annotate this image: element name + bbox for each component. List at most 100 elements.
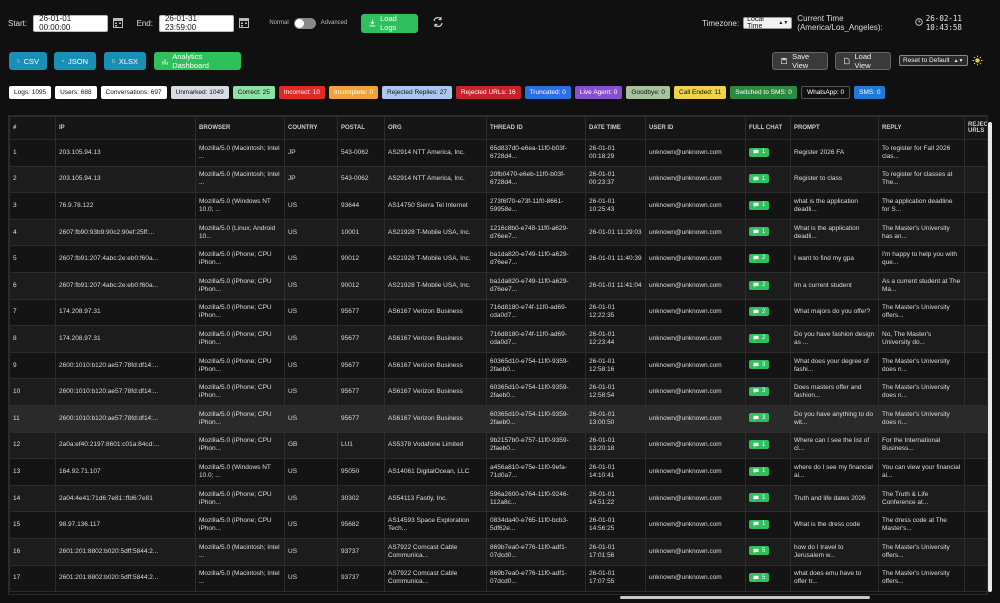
timezone-select[interactable]: Local Time ▲▼	[743, 16, 793, 30]
table-row[interactable]: 5 2607:fb91:207:4abc:2e:eb0:f60a... Mozill…	[9, 245, 987, 273]
end-datetime-input[interactable]: 26-01-31 23:59:00	[158, 14, 234, 32]
cell-chat[interactable]: 2	[745, 271, 791, 300]
cell-chat[interactable]: 1	[745, 192, 791, 220]
table-row[interactable]: 14 2a04:4e41:71d6:7e81::ffd6:7e81 Mozilla/…	[9, 484, 987, 513]
start-datetime-input[interactable]: 26-01-01 00:00:00	[33, 14, 109, 32]
column-header[interactable]: DATE TIME	[585, 116, 646, 140]
export-csv-button[interactable]: CSV	[9, 52, 47, 70]
full-chat-button[interactable]: 1	[749, 174, 770, 184]
table-row[interactable]: 16 2601:201:8802:b020:5dff:5844:2... Mozil…	[9, 537, 987, 566]
full-chat-button[interactable]: 2	[749, 280, 770, 290]
table-row[interactable]: 13 164.92.71.107 Mozilla/5.0 (Windows NT 1…	[9, 458, 987, 486]
filter-chip[interactable]: Users: 688	[55, 86, 97, 99]
table-row[interactable]: 2 203.105.94.13 Mozilla/5.0 (Macintosh; In…	[9, 165, 987, 194]
filter-chip[interactable]: Rejected URLs: 16	[456, 86, 521, 99]
filter-chip[interactable]: Unmarked: 1049	[170, 86, 229, 99]
cell-chat[interactable]: 3	[745, 404, 791, 433]
export-xlsx-button[interactable]: XLSX	[104, 52, 146, 70]
table-row[interactable]: 1 203.105.94.13 Mozilla/5.0 (Macintosh; In…	[9, 139, 987, 167]
full-chat-button[interactable]: 2	[749, 253, 770, 263]
column-header[interactable]: USER ID	[645, 116, 746, 140]
full-chat-button[interactable]: 5	[749, 573, 770, 583]
table-row[interactable]: 15 98.97.136.117 Mozilla/5.0 (iPhone; CPU …	[9, 511, 987, 539]
table-row[interactable]: 11 2600:1010:b120:ae57:78fd:df14:... Mozil…	[9, 404, 987, 433]
horizontal-scrollbar[interactable]	[620, 596, 870, 599]
column-header[interactable]: POSTAL	[337, 116, 385, 140]
cell-chat[interactable]: 1	[745, 511, 791, 539]
filter-chip[interactable]: Incorrect: 10	[278, 86, 325, 99]
full-chat-button[interactable]: 2	[749, 307, 770, 317]
save-view-button[interactable]: Save View	[772, 52, 828, 70]
cell-chat[interactable]: 2	[745, 245, 791, 273]
cell-chat[interactable]: 1	[745, 431, 791, 460]
full-chat-button[interactable]: 1	[749, 147, 770, 157]
column-header[interactable]: REJECT URLS	[964, 116, 987, 140]
calendar-icon[interactable]	[238, 17, 249, 29]
cell-chat[interactable]: 2	[745, 298, 791, 327]
table-row[interactable]: 4 2607:fb90:93b9:90c2:90ef:25ff:... Mozill…	[9, 218, 987, 247]
calendar-icon[interactable]	[113, 17, 124, 29]
table-row[interactable]: 17 2601:201:8802:b020:5dff:5844:2... Mozil…	[9, 564, 987, 593]
cell-chat[interactable]: 5	[745, 537, 791, 566]
column-header[interactable]: IP	[55, 116, 196, 140]
full-chat-button[interactable]: 1	[749, 519, 770, 529]
full-chat-button[interactable]: 1	[749, 466, 770, 476]
column-header[interactable]: #	[9, 116, 56, 140]
cell-browser: Mozilla/5.0 (Macintosh; Intel ...	[195, 165, 285, 194]
cell-chat[interactable]: 1	[745, 139, 791, 167]
analytics-dashboard-button[interactable]: Analytics Dashboard	[154, 52, 241, 70]
filter-chip[interactable]: Truncated: 0	[524, 86, 571, 99]
full-chat-button[interactable]: 1	[749, 200, 770, 210]
full-chat-button[interactable]: 1	[749, 493, 770, 503]
full-chat-button[interactable]: 1	[749, 227, 770, 237]
full-chat-button[interactable]: 3	[749, 386, 770, 396]
filter-chip[interactable]: Conversations: 697	[100, 86, 167, 99]
filter-chip[interactable]: Incomplete: 0	[328, 86, 379, 99]
table-row[interactable]: 7 174.208.97.31 Mozilla/5.0 (iPhone; CPU i…	[9, 298, 987, 327]
table-row[interactable]: 9 2600:1010:b120:ae57:78fd:df14:... Mozill…	[9, 351, 987, 380]
column-header[interactable]: PROMPT	[790, 116, 879, 140]
cell-reply: The Master's University offers...	[878, 537, 965, 566]
filter-chip[interactable]: Goodbye: 0	[626, 86, 671, 99]
full-chat-button[interactable]: 2	[749, 333, 770, 343]
cell-chat[interactable]: 1	[745, 458, 791, 486]
full-chat-button[interactable]: 1	[749, 440, 770, 450]
full-chat-button[interactable]: 3	[749, 413, 770, 423]
mode-toggle[interactable]	[293, 17, 316, 29]
filter-chip[interactable]: Call Ended: 11	[674, 86, 727, 99]
column-header[interactable]: REPLY	[878, 116, 965, 140]
cell-chat[interactable]: 3	[745, 351, 791, 380]
cell-chat[interactable]: 3	[745, 378, 791, 406]
column-header[interactable]: COUNTRY	[284, 116, 338, 140]
filter-chip[interactable]: WhatsApp: 0	[800, 86, 851, 99]
load-logs-button[interactable]: Load Logs	[361, 13, 418, 33]
refresh-icon[interactable]	[432, 16, 444, 30]
column-header[interactable]: BROWSER	[195, 116, 285, 140]
table-row[interactable]: 10 2600:1010:b120:ae57:78fd:df14:... Mozil…	[9, 378, 987, 406]
full-chat-button[interactable]: 5	[749, 546, 770, 556]
filter-chip[interactable]: Correct: 25	[232, 86, 275, 99]
filter-chip[interactable]: SMS: 0	[854, 86, 886, 99]
column-header[interactable]: FULL CHAT	[745, 116, 791, 140]
full-chat-button[interactable]: 3	[749, 360, 770, 370]
filter-chip[interactable]: Switched to SMS: 0	[730, 86, 797, 99]
filter-chip[interactable]: Live Agent: 0	[574, 86, 623, 99]
cell-chat[interactable]: 5	[745, 564, 791, 593]
filter-chip[interactable]: Rejected Replies: 27	[382, 86, 452, 99]
export-json-button[interactable]: JSON	[54, 52, 96, 70]
table-row[interactable]: 6 2607:fb91:207:4abc:2e:eb0:f60a... Mozill…	[9, 271, 987, 300]
table-row[interactable]: 12 2a0a:ef40:2197:8601:c01a:84cd:... Mozil…	[9, 431, 987, 460]
filter-chip[interactable]: Logs: 1095	[9, 86, 52, 99]
reset-default-select[interactable]: Reset to Default ▲▼	[899, 55, 968, 66]
load-view-button[interactable]: Load View	[835, 52, 891, 70]
cell-chat[interactable]: 1	[745, 165, 791, 194]
cell-chat[interactable]: 2	[745, 325, 791, 353]
column-header[interactable]: ORG	[384, 116, 487, 140]
cell-chat[interactable]: 1	[745, 484, 791, 513]
vertical-scrollbar[interactable]	[988, 122, 992, 592]
theme-sun-icon[interactable]	[972, 55, 984, 67]
cell-chat[interactable]: 1	[745, 218, 791, 247]
table-row[interactable]: 8 174.208.97.31 Mozilla/5.0 (iPhone; CPU i…	[9, 325, 987, 353]
table-row[interactable]: 3 76.9.78.122 Mozilla/5.0 (Windows NT 10.0…	[9, 192, 987, 220]
column-header[interactable]: THREAD ID	[486, 116, 586, 140]
